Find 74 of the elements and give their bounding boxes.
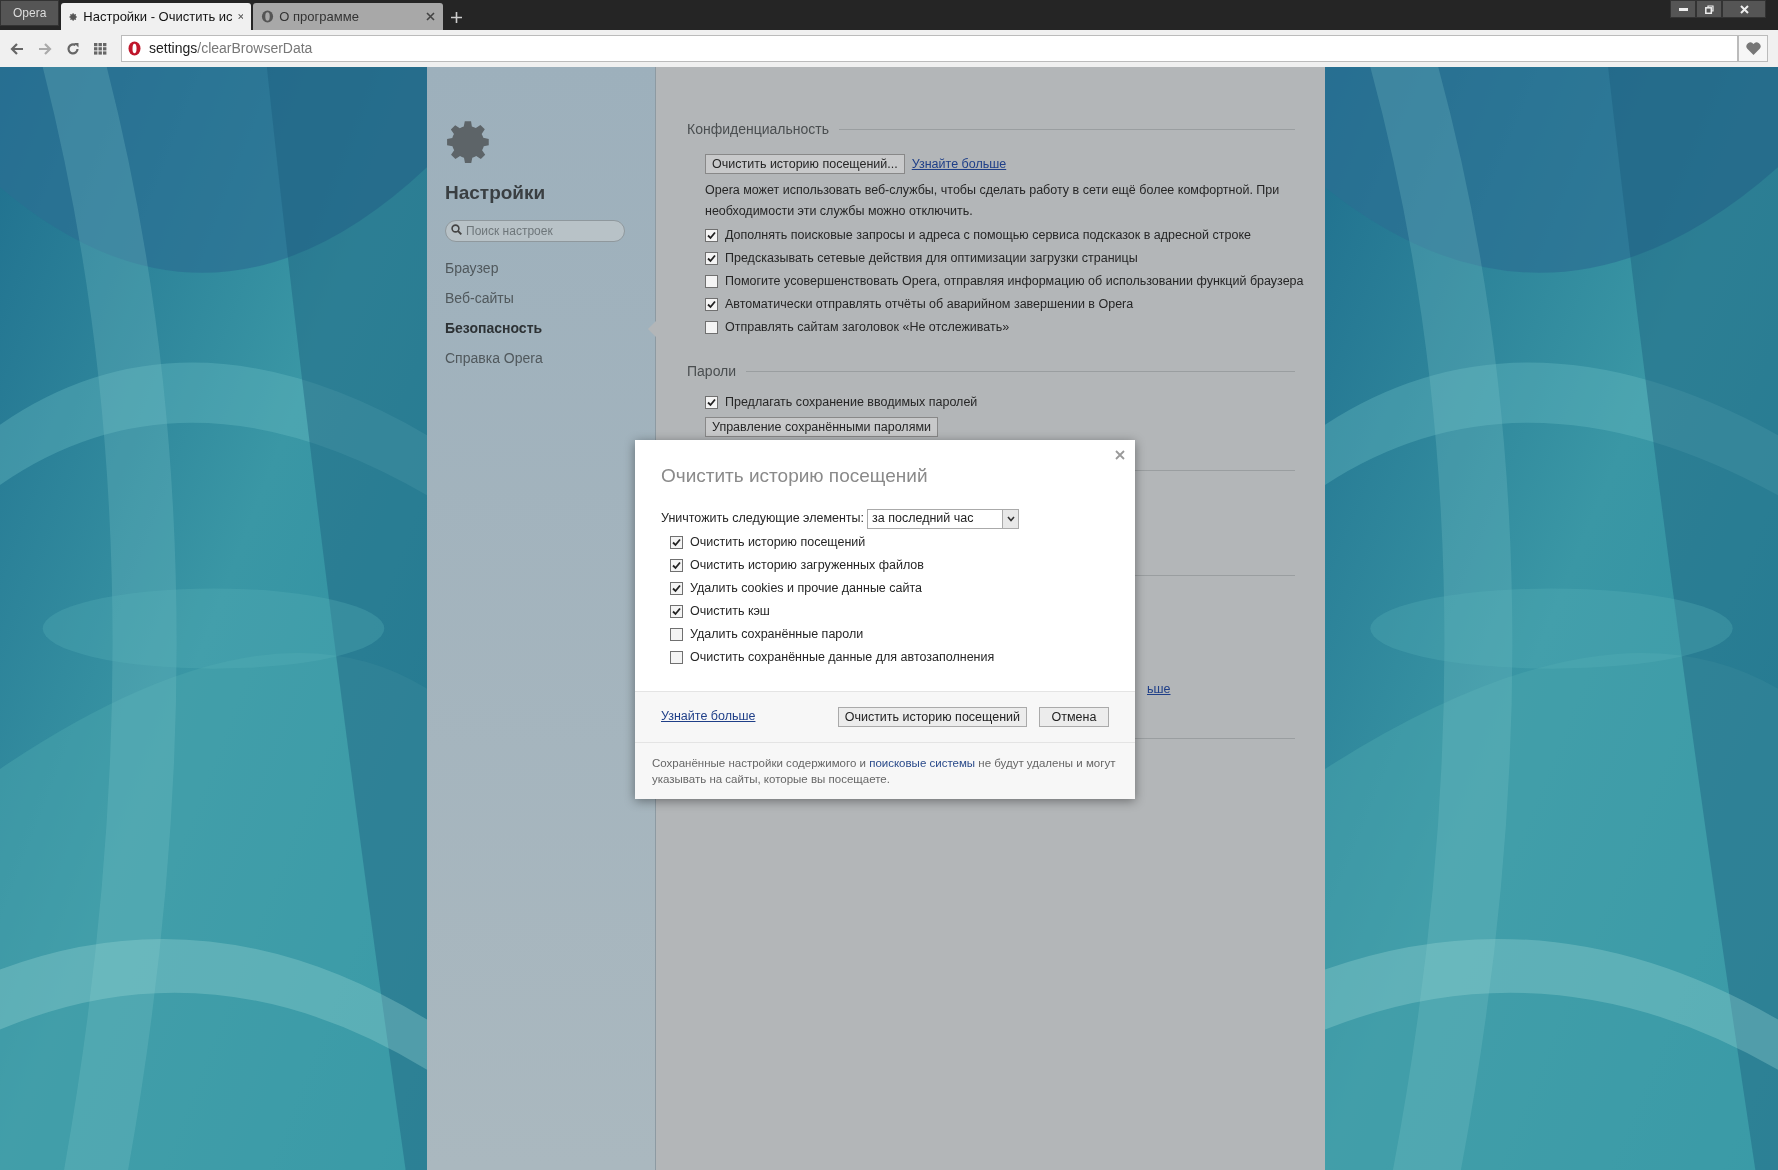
heart-icon — [1745, 42, 1761, 55]
option-label: Предсказывать сетевые действия для оптимизации загрузки страницы — [725, 250, 1138, 268]
check-icon — [672, 537, 681, 547]
checkbox[interactable] — [705, 229, 718, 242]
opera-logo-icon — [128, 41, 141, 56]
close-icon[interactable] — [426, 12, 436, 21]
bookmark-button[interactable] — [1738, 35, 1768, 62]
manage-passwords-button[interactable]: Управление сохранёнными паролями — [705, 417, 938, 437]
new-tab-icon[interactable] — [451, 12, 463, 23]
option-label: Отправлять сайтам заголовок «Не отслеживать» — [725, 319, 1010, 337]
option-label: Предлагать сохранение вводимых паролей — [725, 394, 978, 412]
close-icon — [1739, 4, 1749, 14]
check-icon — [672, 560, 681, 570]
check-icon — [707, 231, 716, 240]
check-icon — [707, 398, 716, 407]
checkbox[interactable] — [670, 535, 683, 549]
search-field[interactable]: Поиск настроек — [445, 219, 625, 242]
dialog-note: Сохранённые настройки содержимого и поисковые системы не будут удалены и могут указывать на сайты, которые вы посещаете. — [652, 755, 1117, 787]
option-label: Удалить сохранённые пароли — [690, 625, 864, 643]
option-label: Автоматически отправлять отчёты об аварийном завершении в Opera — [725, 296, 1134, 314]
cancel-button[interactable]: Отмена — [1039, 706, 1109, 727]
reload-icon[interactable] — [66, 41, 80, 56]
section-heading: Конфиденциальность — [687, 120, 829, 139]
check-icon — [707, 300, 716, 309]
address-field[interactable]: settings/clearBrowserData — [121, 35, 1738, 62]
period-dropdown[interactable]: за последний час — [867, 508, 1020, 529]
checkbox[interactable] — [670, 650, 683, 664]
close-icon[interactable] — [237, 12, 244, 21]
close-icon[interactable] — [1115, 450, 1125, 460]
search-icon — [451, 223, 462, 235]
close-window-button[interactable] — [1722, 0, 1766, 18]
option-label: Очистить сохранённые данные для автозаполнения — [690, 648, 995, 666]
url-text: settings/clearBrowserData — [149, 39, 313, 58]
browser-tab[interactable]: О программе — [253, 3, 444, 30]
chevron-down-icon — [1006, 515, 1015, 522]
checkbox[interactable] — [670, 627, 683, 641]
checkbox[interactable] — [705, 321, 718, 334]
option-label: Удалить cookies и прочие данные сайта — [690, 579, 922, 597]
minimize-button[interactable] — [1670, 0, 1696, 18]
option-label: Очистить историю посещений — [690, 533, 866, 551]
browser-tab[interactable]: Настройки - Очистить ис — [61, 3, 252, 30]
option-label: Очистить историю загруженных файлов — [690, 556, 924, 574]
grid-icon[interactable] — [94, 42, 107, 55]
opera-menu-button[interactable]: Opera — [0, 0, 60, 26]
description-text: Opera может использовать веб-службы, чтобы сделать работу в сети ещё более комфортной. При необходимости эти службы можно отключить. — [705, 182, 1281, 220]
section-heading: Пароли — [687, 362, 737, 381]
opera-logo-icon — [261, 10, 275, 23]
sidebar-title: Настройки — [445, 181, 547, 205]
learn-more-link[interactable]: Узнайте больше — [661, 707, 756, 726]
checkbox[interactable] — [705, 252, 718, 265]
checkbox[interactable] — [705, 298, 718, 311]
restore-button[interactable] — [1696, 0, 1722, 18]
checkbox[interactable] — [705, 275, 718, 288]
check-icon — [672, 606, 681, 616]
check-icon — [707, 254, 716, 263]
restore-icon — [1704, 4, 1714, 14]
option-label: Очистить кэш — [690, 602, 770, 620]
check-icon — [672, 583, 681, 593]
back-icon[interactable] — [10, 42, 24, 55]
dialog-title: Очистить историю посещений — [661, 464, 929, 488]
checkbox[interactable] — [670, 558, 683, 572]
checkbox[interactable] — [670, 581, 683, 595]
clear-history-button[interactable]: Очистить историю посещений... — [705, 154, 905, 174]
checkbox[interactable] — [705, 396, 718, 409]
tab-title: О программе — [279, 7, 360, 26]
minimize-icon — [1678, 7, 1688, 11]
tab-title: Настройки - Очистить ис — [83, 7, 233, 26]
option-label: Дополнять поисковые запросы и адреса с помощью сервиса подсказок в адресной строке — [725, 227, 1251, 245]
learn-more-link[interactable]: Узнайте больше — [911, 154, 1007, 174]
checkbox[interactable] — [670, 604, 683, 618]
option-label: Помогите усовершенствовать Opera, отправляя информацию об использовании функций браузера — [725, 273, 1304, 291]
learn-more-link[interactable]: ьше — [1147, 682, 1171, 696]
confirm-button[interactable]: Очистить историю посещений — [837, 706, 1027, 727]
period-label: Уничтожить следующие элементы: — [661, 510, 865, 528]
